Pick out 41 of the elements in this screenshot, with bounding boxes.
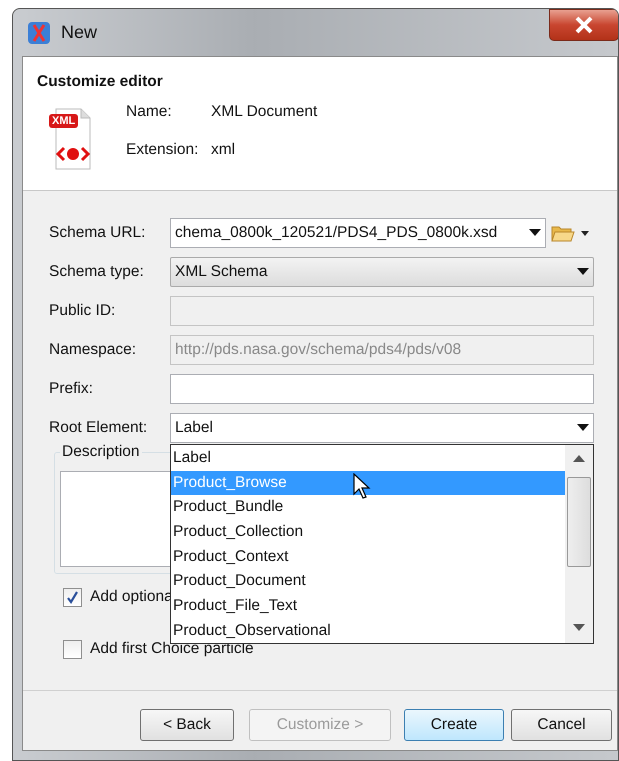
- text-field[interactable]: [170, 374, 594, 404]
- scrollbar[interactable]: [565, 445, 593, 643]
- dropdown-item[interactable]: Product_Document: [171, 569, 565, 594]
- dialog-button[interactable]: Cancel: [511, 709, 612, 741]
- group-title: Description: [60, 443, 142, 461]
- field-label: Prefix:: [49, 380, 94, 398]
- dropdown-arrow-icon[interactable]: [581, 230, 589, 236]
- schema-type-select[interactable]: XML Schema: [170, 257, 594, 287]
- app-icon: [27, 20, 51, 44]
- dropdown-arrow-icon: [529, 229, 541, 237]
- name-label: Name:: [126, 102, 173, 122]
- xml-badge: XML: [49, 114, 78, 128]
- dropdown-arrow-icon: [577, 424, 589, 432]
- section-title: Customize editor: [37, 73, 164, 91]
- dropdown-item[interactable]: Product_Collection: [171, 520, 565, 545]
- window-title: New: [61, 22, 98, 43]
- dropdown-item[interactable]: Product_Context: [171, 544, 565, 570]
- root-element-combo[interactable]: Label: [170, 413, 594, 443]
- dialog-button[interactable]: < Back: [140, 709, 234, 741]
- dropdown-item[interactable]: Product_Bundle: [171, 495, 565, 520]
- field-label: Root Element:: [49, 419, 148, 437]
- checkbox[interactable]: [63, 640, 82, 658]
- dropdown-item[interactable]: Product_File_Text: [171, 594, 565, 619]
- dropdown-arrow-icon: [577, 268, 589, 276]
- name-value: XML Document: [211, 102, 318, 122]
- checkbox[interactable]: [63, 588, 82, 606]
- field-label: Public ID:: [49, 302, 116, 320]
- dialog-button[interactable]: Create: [404, 709, 504, 741]
- scroll-up-icon[interactable]: [573, 455, 585, 462]
- field-label: Namespace:: [49, 341, 138, 359]
- scrollbar-thumb[interactable]: [567, 477, 591, 567]
- close-button[interactable]: [549, 9, 618, 41]
- field-label: Schema URL:: [49, 224, 146, 242]
- field-label: Schema type:: [49, 263, 145, 281]
- mouse-pointer-icon: [353, 473, 371, 499]
- extension-label: Extension:: [126, 140, 200, 160]
- url-combo-box[interactable]: chema_0800k_120521/PDS4_PDS_0800k.xsd: [170, 218, 546, 248]
- extension-value: xml: [211, 140, 236, 160]
- scroll-down-icon[interactable]: [573, 624, 585, 631]
- dropdown-item[interactable]: Label: [171, 446, 565, 471]
- close-icon: [574, 16, 594, 34]
